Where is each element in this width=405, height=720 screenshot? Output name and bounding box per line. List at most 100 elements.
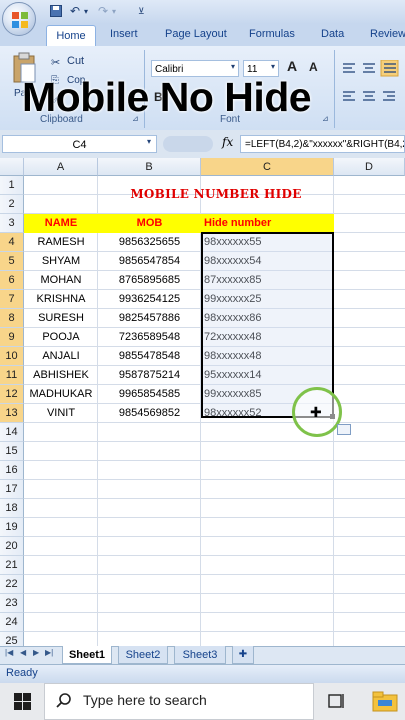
row-header-16[interactable]: 16 xyxy=(0,461,24,480)
row-header-12[interactable]: 12 xyxy=(0,385,24,404)
row-header-21[interactable]: 21 xyxy=(0,556,24,575)
row-header-20[interactable]: 20 xyxy=(0,537,24,556)
row-header-14[interactable]: 14 xyxy=(0,423,24,442)
tab-home[interactable]: Home xyxy=(46,25,96,46)
row-gridline xyxy=(24,631,405,632)
formula-input[interactable]: =LEFT(B4,2)&"xxxxxx"&RIGHT(B4,2) xyxy=(240,135,405,153)
sheet-tab-sheet2[interactable]: Sheet2 xyxy=(118,646,168,664)
search-icon xyxy=(56,693,71,708)
column-header-c[interactable]: C xyxy=(201,158,334,176)
name-box-value: C4 xyxy=(72,139,87,151)
last-sheet-icon[interactable]: ▶| xyxy=(45,648,53,657)
video-overlay-title: Mobile No Hide xyxy=(22,74,312,120)
row-header-8[interactable]: 8 xyxy=(0,309,24,328)
tab-formulas[interactable]: Formulas xyxy=(249,28,295,40)
row-header-17[interactable]: 17 xyxy=(0,480,24,499)
name-cell[interactable]: SURESH xyxy=(24,309,98,328)
row-gridline xyxy=(24,479,405,480)
mob-cell[interactable]: 8765895685 xyxy=(98,271,201,290)
row-header-10[interactable]: 10 xyxy=(0,347,24,366)
windows-start-icon[interactable] xyxy=(14,693,31,710)
status-text: Ready xyxy=(6,667,38,679)
task-view-icon[interactable] xyxy=(328,692,346,710)
mob-cell[interactable]: 9965854585 xyxy=(98,385,201,404)
row-gridline xyxy=(24,574,405,575)
mob-cell[interactable]: 7236589548 xyxy=(98,328,201,347)
dialog-launcher-icon[interactable]: ⊿ xyxy=(322,114,329,123)
insert-sheet-icon[interactable]: ✚ xyxy=(232,646,254,664)
mob-cell[interactable]: 9587875214 xyxy=(98,366,201,385)
column-header-d[interactable]: D xyxy=(334,158,405,176)
tab-page-layout[interactable]: Page Layout xyxy=(165,28,227,40)
row-header-6[interactable]: 6 xyxy=(0,271,24,290)
name-cell[interactable]: ABHISHEK xyxy=(24,366,98,385)
row-header-9[interactable]: 9 xyxy=(0,328,24,347)
mob-cell[interactable]: 9936254125 xyxy=(98,290,201,309)
header-cell-mob[interactable]: MOB xyxy=(98,214,201,233)
chevron-down-icon[interactable]: ▾ xyxy=(231,62,235,71)
row-header-13[interactable]: 13 xyxy=(0,404,24,423)
row-header-22[interactable]: 22 xyxy=(0,575,24,594)
office-logo-icon xyxy=(12,12,28,28)
redo-icon[interactable]: ↷ xyxy=(98,4,108,20)
row-header-5[interactable]: 5 xyxy=(0,252,24,271)
cut-icon[interactable]: ✂ xyxy=(51,56,60,69)
name-cell[interactable]: MOHAN xyxy=(24,271,98,290)
mob-cell[interactable]: 9856325655 xyxy=(98,233,201,252)
shrink-font-button[interactable]: A xyxy=(309,60,318,74)
next-sheet-icon[interactable]: ▶ xyxy=(33,648,39,657)
row-header-4[interactable]: 4 xyxy=(0,233,24,252)
name-cell[interactable]: RAMESH xyxy=(24,233,98,252)
sheet-title-cell[interactable]: MOBILE NUMBER HIDE xyxy=(98,185,334,204)
mob-cell[interactable]: 9856547854 xyxy=(98,252,201,271)
tab-data[interactable]: Data xyxy=(321,28,344,40)
row-gridline xyxy=(24,517,405,518)
sheet-tab-sheet3[interactable]: Sheet3 xyxy=(174,646,226,664)
tab-insert[interactable]: Insert xyxy=(110,28,138,40)
header-cell-hide-number[interactable]: Hide number xyxy=(201,214,334,233)
column-header-a[interactable]: A xyxy=(24,158,98,176)
file-explorer-icon[interactable] xyxy=(372,690,398,712)
row-gridline xyxy=(24,536,405,537)
grow-font-button[interactable]: A xyxy=(287,58,297,74)
row-header-18[interactable]: 18 xyxy=(0,499,24,518)
name-cell[interactable]: KRISHNA xyxy=(24,290,98,309)
sheet-tab-sheet1[interactable]: Sheet1 xyxy=(62,646,112,664)
column-header-b[interactable]: B xyxy=(98,158,201,176)
customize-toolbar-icon[interactable]: ⊻ xyxy=(138,6,145,22)
chevron-down-icon[interactable]: ▾ xyxy=(147,137,151,146)
insert-function-button[interactable]: fx xyxy=(222,135,233,149)
cursor-cross-icon: ✚ xyxy=(310,404,322,420)
name-cell[interactable]: POOJA xyxy=(24,328,98,347)
name-box[interactable]: C4 xyxy=(2,135,157,153)
undo-icon[interactable]: ↶ xyxy=(70,4,80,20)
name-cell[interactable]: ANJALI xyxy=(24,347,98,366)
row-header-15[interactable]: 15 xyxy=(0,442,24,461)
row-header-24[interactable]: 24 xyxy=(0,613,24,632)
tab-review[interactable]: Review xyxy=(370,28,405,40)
row-header-23[interactable]: 23 xyxy=(0,594,24,613)
cut-button[interactable]: Cut xyxy=(67,55,84,67)
mob-cell[interactable]: 9854569852 xyxy=(98,404,201,423)
undo-dropdown-icon[interactable]: ▾ xyxy=(84,7,88,23)
save-icon[interactable] xyxy=(50,5,62,17)
name-cell[interactable]: VINIT xyxy=(24,404,98,423)
first-sheet-icon[interactable]: |◀ xyxy=(5,648,13,657)
row-header-2[interactable]: 2 xyxy=(0,195,24,214)
row-header-19[interactable]: 19 xyxy=(0,518,24,537)
mob-cell[interactable]: 9855478548 xyxy=(98,347,201,366)
name-cell[interactable]: SHYAM xyxy=(24,252,98,271)
chevron-down-icon[interactable]: ▾ xyxy=(271,62,275,71)
redo-dropdown-icon[interactable]: ▾ xyxy=(112,7,116,23)
mob-cell[interactable]: 9825457886 xyxy=(98,309,201,328)
row-header-11[interactable]: 11 xyxy=(0,366,24,385)
autofill-options-icon[interactable] xyxy=(337,424,351,435)
office-button[interactable] xyxy=(2,2,36,36)
select-all-corner[interactable] xyxy=(0,158,24,176)
row-header-7[interactable]: 7 xyxy=(0,290,24,309)
header-cell-name[interactable]: NAME xyxy=(24,214,98,233)
prev-sheet-icon[interactable]: ◀ xyxy=(20,648,26,657)
name-cell[interactable]: MADHUKAR xyxy=(24,385,98,404)
row-header-3[interactable]: 3 xyxy=(0,214,24,233)
row-header-1[interactable]: 1 xyxy=(0,176,24,195)
